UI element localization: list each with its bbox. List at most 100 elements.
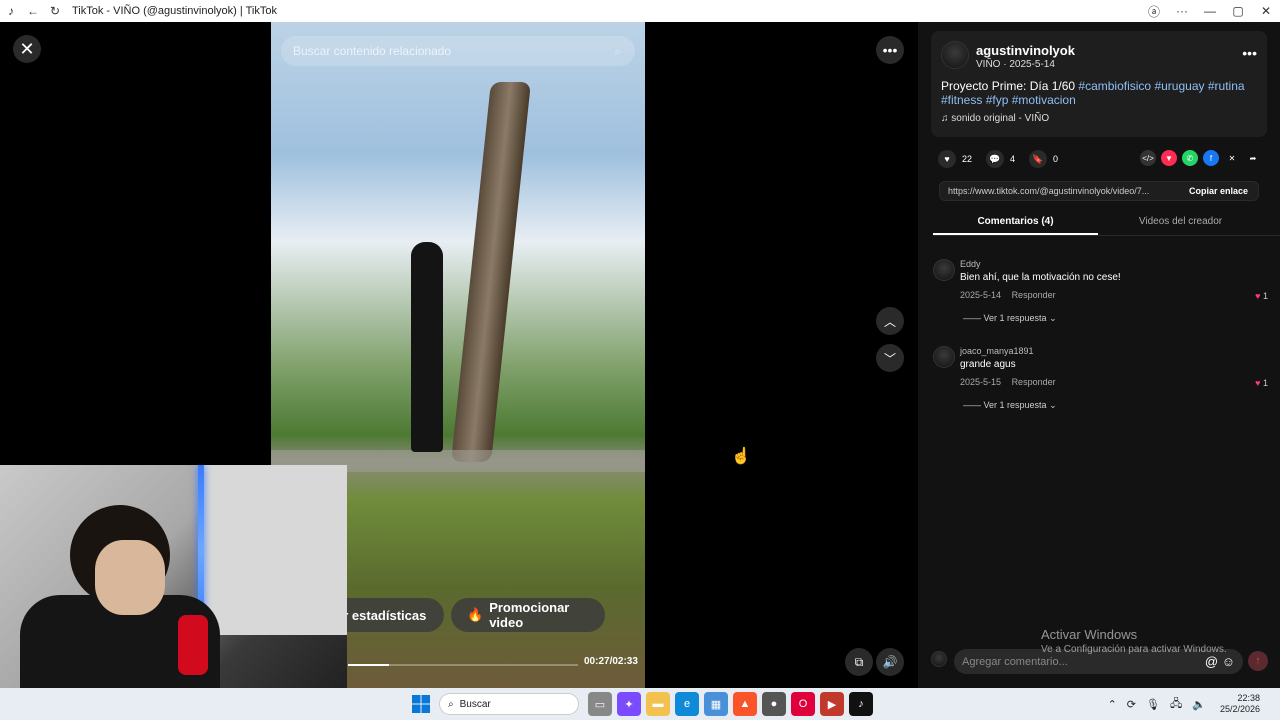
hashtag[interactable]: #uruguay bbox=[1154, 79, 1204, 93]
store-icon[interactable]: ▦ bbox=[704, 692, 728, 716]
sync-icon[interactable]: ⟳ bbox=[1127, 698, 1136, 711]
tab-comments[interactable]: Comentarios (4) bbox=[933, 212, 1098, 235]
hashtag[interactable]: #cambiofisico bbox=[1078, 79, 1151, 93]
video-link[interactable]: https://www.tiktok.com/@agustinvinolyok/… bbox=[940, 186, 1179, 196]
music-note-icon: ♫ bbox=[941, 113, 949, 124]
windows-start-icon[interactable] bbox=[410, 693, 432, 715]
commenter-avatar[interactable] bbox=[933, 259, 955, 281]
comment-like-button[interactable]: ♥ 1 bbox=[1255, 291, 1268, 301]
webcam-microphone bbox=[178, 615, 208, 675]
x-icon[interactable]: ✕ bbox=[1224, 150, 1240, 166]
copilot-icon[interactable]: ✦ bbox=[617, 692, 641, 716]
next-video-button[interactable]: ﹀ bbox=[876, 344, 904, 372]
previous-video-button[interactable]: ︿ bbox=[876, 307, 904, 335]
edge-icon[interactable]: e bbox=[675, 692, 699, 716]
commenter-name[interactable]: Eddy bbox=[960, 259, 981, 269]
music-label: sonido original - VIÑO bbox=[951, 113, 1050, 124]
minimize-icon[interactable]: — bbox=[1196, 0, 1224, 22]
more-options-button[interactable]: ••• bbox=[876, 36, 904, 64]
browser-titlebar: ♪ ← ↻ TikTok - VIÑO (@agustinvinolyok) |… bbox=[0, 0, 1280, 22]
volume-icon: 🔊 bbox=[882, 655, 898, 669]
repost-icon[interactable]: ▼ bbox=[1161, 150, 1177, 166]
whatsapp-icon[interactable]: ✆ bbox=[1182, 150, 1198, 166]
video-progress-bar[interactable] bbox=[348, 664, 578, 666]
like-count: 22 bbox=[962, 154, 973, 164]
reply-button[interactable]: Responder bbox=[1012, 290, 1056, 300]
save-count: 0 bbox=[1053, 154, 1059, 164]
facebook-icon[interactable]: f bbox=[1203, 150, 1219, 166]
view-stats-label: er estadísticas bbox=[336, 607, 427, 623]
mouse-cursor-icon: ☝ bbox=[731, 448, 751, 465]
commenter-name[interactable]: joaco_manya1891 bbox=[960, 346, 1034, 356]
taskbar-search[interactable]: ⌕ Buscar bbox=[439, 693, 579, 715]
related-search-input[interactable]: Buscar contenido relacionado ⌕ bbox=[281, 36, 635, 66]
obs-icon[interactable]: ● bbox=[762, 692, 786, 716]
save-button[interactable]: 🔖 0 bbox=[1029, 150, 1058, 168]
close-viewer-button[interactable]: ✕ bbox=[13, 35, 41, 63]
comment-like-count: 1 bbox=[1262, 291, 1268, 301]
promote-video-button[interactable]: 🔥 Promocionar video bbox=[451, 598, 605, 632]
reload-icon[interactable]: ↻ bbox=[44, 0, 66, 22]
search-icon: ⌕ bbox=[614, 43, 621, 58]
volume-button[interactable]: 🔊 bbox=[876, 648, 904, 676]
emoji-icon[interactable]: ☺ bbox=[1222, 654, 1235, 669]
link-box: https://www.tiktok.com/@agustinvinolyok/… bbox=[939, 181, 1259, 201]
commenter-avatar[interactable] bbox=[933, 346, 955, 368]
menu-dots-icon[interactable]: ··· bbox=[1168, 0, 1196, 22]
reply-button[interactable]: Responder bbox=[1012, 377, 1056, 387]
comment-date: 2025-5-15 bbox=[960, 377, 1002, 387]
webcam-overlay bbox=[0, 465, 347, 720]
hashtag[interactable]: #fitness bbox=[941, 93, 982, 107]
author-subtitle: VIÑO · 2025-5-14 bbox=[976, 59, 1055, 70]
task-view-icon[interactable]: ▭ bbox=[588, 692, 612, 716]
speaker-icon[interactable]: 🔈 bbox=[1192, 698, 1206, 711]
flame-icon: 🔥 bbox=[467, 607, 484, 622]
windows-activation-watermark: Activar Windows Ve a Configuración para … bbox=[1041, 627, 1227, 655]
progress-fill bbox=[348, 664, 390, 666]
hashtag[interactable]: #motivacion bbox=[1012, 93, 1076, 107]
brave-icon[interactable]: ▲ bbox=[733, 692, 757, 716]
like-button[interactable]: ♥ 22 bbox=[938, 150, 972, 168]
translate-icon[interactable]: ⓐ bbox=[1140, 0, 1168, 22]
copy-link-button[interactable]: Copiar enlace bbox=[1179, 186, 1258, 196]
tray-expand-icon[interactable]: ⌃ bbox=[1108, 698, 1117, 711]
back-icon[interactable]: ← bbox=[22, 0, 44, 22]
view-replies-label: Ver 1 respuesta bbox=[983, 400, 1047, 410]
maximize-icon[interactable]: ▢ bbox=[1224, 0, 1252, 22]
share-arrow-icon[interactable]: ➦ bbox=[1245, 150, 1261, 166]
clock[interactable]: 22:38 25/2/2026 bbox=[1220, 693, 1260, 715]
microphone-icon[interactable]: 🎙 bbox=[1146, 698, 1160, 711]
network-icon[interactable]: 🖧 bbox=[1170, 695, 1182, 714]
file-explorer-icon[interactable]: ▬ bbox=[646, 692, 670, 716]
view-replies-button[interactable]: —— Ver 1 respuesta ⌄ bbox=[963, 400, 1057, 411]
more-dots-icon: ••• bbox=[882, 42, 898, 58]
comment-like-button[interactable]: ♥ 1 bbox=[1255, 378, 1268, 388]
post-more-icon[interactable]: ••• bbox=[1242, 45, 1257, 61]
view-replies-label: Ver 1 respuesta bbox=[983, 313, 1047, 323]
comment-count: 4 bbox=[1010, 154, 1016, 164]
mention-icon[interactable]: @ bbox=[1205, 654, 1218, 669]
view-replies-button[interactable]: —— Ver 1 respuesta ⌄ bbox=[963, 313, 1057, 324]
hashtag[interactable]: #fyp bbox=[986, 93, 1009, 107]
opera-icon[interactable]: O bbox=[791, 692, 815, 716]
bookmark-icon: 🔖 bbox=[1029, 150, 1048, 168]
video-person bbox=[411, 242, 443, 452]
author-name[interactable]: agustinvinolyok bbox=[976, 43, 1075, 58]
video-editor-icon[interactable]: ▶ bbox=[820, 692, 844, 716]
chevron-down-icon: ⌄ bbox=[1049, 313, 1057, 323]
hashtag[interactable]: #rutina bbox=[1208, 79, 1245, 93]
post-stats: ♥ 22 💬 4 🔖 0 bbox=[938, 150, 1072, 168]
tiktok-app-icon[interactable]: ♪ bbox=[849, 692, 873, 716]
chevron-down-icon: ⌄ bbox=[1049, 400, 1057, 410]
taskbar-apps: ▭ ✦ ▬ e ▦ ▲ ● O ▶ ♪ bbox=[588, 692, 878, 716]
embed-icon[interactable]: </> bbox=[1140, 150, 1156, 166]
captions-button[interactable]: ⧉ bbox=[845, 648, 873, 676]
heart-icon: ♥ bbox=[1255, 378, 1261, 388]
comment-meta: 2025-5-15 Responder bbox=[960, 377, 1056, 387]
author-avatar[interactable] bbox=[941, 41, 969, 69]
tab-creator-videos[interactable]: Videos del creador bbox=[1098, 212, 1263, 235]
comment-button[interactable]: 💬 4 bbox=[986, 150, 1015, 168]
music-link[interactable]: ♫ sonido original - VIÑO bbox=[941, 113, 1049, 124]
close-window-icon[interactable]: ✕ bbox=[1252, 0, 1280, 22]
send-comment-button[interactable]: ↑ bbox=[1248, 651, 1268, 671]
